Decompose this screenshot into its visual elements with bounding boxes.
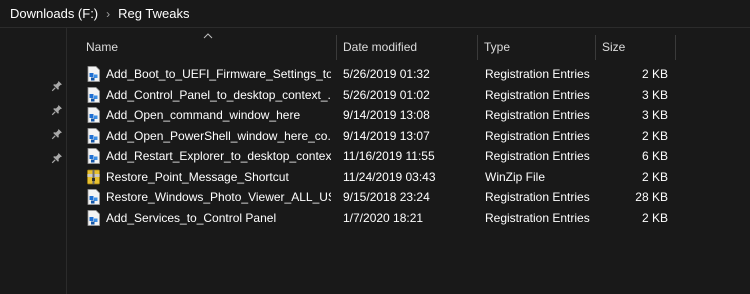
column-header-date[interactable]: Date modified [336, 35, 477, 60]
file-row[interactable]: Add_Open_PowerShell_window_here_co... 9/… [79, 126, 676, 147]
file-name: Add_Open_command_window_here [106, 108, 301, 122]
file-name: Restore_Point_Message_Shortcut [106, 169, 289, 184]
column-header-size-label: Size [602, 40, 626, 54]
file-size: 2 KB [641, 169, 668, 184]
column-header-size[interactable]: Size [595, 35, 675, 60]
file-type: Registration Entries [485, 149, 590, 163]
file-size: 6 KB [641, 149, 668, 163]
file-name: Add_Services_to_Control Panel [106, 210, 277, 225]
file-date-modified: 9/14/2019 13:08 [343, 108, 430, 122]
file-type: Registration Entries [485, 67, 590, 81]
column-header-date-label: Date modified [343, 40, 418, 54]
file-type: Registration Entries [485, 128, 590, 143]
file-row[interactable]: Add_Services_to_Control Panel 1/7/2020 1… [79, 208, 676, 229]
file-type: Registration Entries [485, 190, 590, 204]
column-header-type-label: Type [484, 40, 511, 54]
chevron-right-icon[interactable]: › [102, 7, 114, 21]
breadcrumb-item-reg-tweaks[interactable]: Reg Tweaks [114, 6, 193, 21]
pin-icon[interactable] [51, 152, 63, 164]
file-date-modified: 9/15/2018 23:24 [343, 190, 430, 204]
column-header-name-label: Name [86, 40, 119, 54]
file-date-modified: 11/24/2019 03:43 [343, 169, 436, 184]
file-row[interactable]: Add_Restart_Explorer_to_desktop_contex..… [79, 146, 676, 167]
file-row[interactable]: Add_Boot_to_UEFI_Firmware_Settings_to...… [79, 64, 676, 85]
reg-file-icon [87, 209, 100, 226]
file-name: Add_Boot_to_UEFI_Firmware_Settings_to... [106, 67, 331, 81]
file-type: Registration Entries [485, 210, 590, 225]
pin-icon[interactable] [51, 128, 63, 140]
file-size: 3 KB [641, 87, 668, 102]
reg-file-icon [87, 127, 100, 144]
column-header-name[interactable]: Name [79, 35, 336, 60]
file-row[interactable]: Add_Control_Panel_to_desktop_context_...… [79, 85, 676, 106]
reg-file-icon [87, 189, 100, 205]
reg-file-icon [87, 107, 100, 123]
column-header-type[interactable]: Type [477, 35, 595, 60]
file-row[interactable]: Restore_Point_Message_Shortcut 11/24/201… [79, 167, 676, 188]
file-type: Registration Entries [485, 87, 590, 102]
file-type: WinZip File [485, 169, 546, 184]
pin-icon[interactable] [51, 80, 63, 92]
file-rows: Add_Boot_to_UEFI_Firmware_Settings_to...… [79, 64, 676, 228]
reg-file-icon [87, 148, 100, 164]
file-size: 2 KB [641, 128, 668, 143]
file-row[interactable]: Restore_Windows_Photo_Viewer_ALL_US... 9… [79, 187, 676, 208]
file-name: Restore_Windows_Photo_Viewer_ALL_US... [106, 190, 331, 204]
file-size: 2 KB [641, 67, 668, 81]
file-date-modified: 5/26/2019 01:32 [343, 67, 430, 81]
file-type: Registration Entries [485, 108, 590, 122]
file-date-modified: 5/26/2019 01:02 [343, 87, 430, 102]
file-size: 3 KB [641, 108, 668, 122]
file-name: Add_Open_PowerShell_window_here_co... [106, 128, 331, 143]
file-date-modified: 11/16/2019 11:55 [343, 149, 435, 163]
file-size: 2 KB [641, 210, 668, 225]
file-date-modified: 9/14/2019 13:07 [343, 128, 430, 143]
column-resize-handle[interactable] [675, 35, 676, 60]
breadcrumb-item-downloads[interactable]: Downloads (F:) [0, 6, 102, 21]
file-date-modified: 1/7/2020 18:21 [343, 210, 424, 225]
file-row[interactable]: Add_Open_command_window_here 9/14/2019 1… [79, 105, 676, 126]
reg-file-icon [87, 86, 100, 103]
reg-file-icon [87, 66, 100, 82]
pin-icon[interactable] [51, 104, 63, 116]
zip-file-icon [87, 169, 100, 184]
file-name: Add_Restart_Explorer_to_desktop_contex..… [106, 149, 331, 163]
breadcrumb: Downloads (F:) › Reg Tweaks [0, 0, 750, 27]
file-name: Add_Control_Panel_to_desktop_context_... [106, 87, 331, 102]
file-size: 28 KB [635, 190, 668, 204]
column-header-row: Name Date modified Type Size [79, 35, 676, 60]
